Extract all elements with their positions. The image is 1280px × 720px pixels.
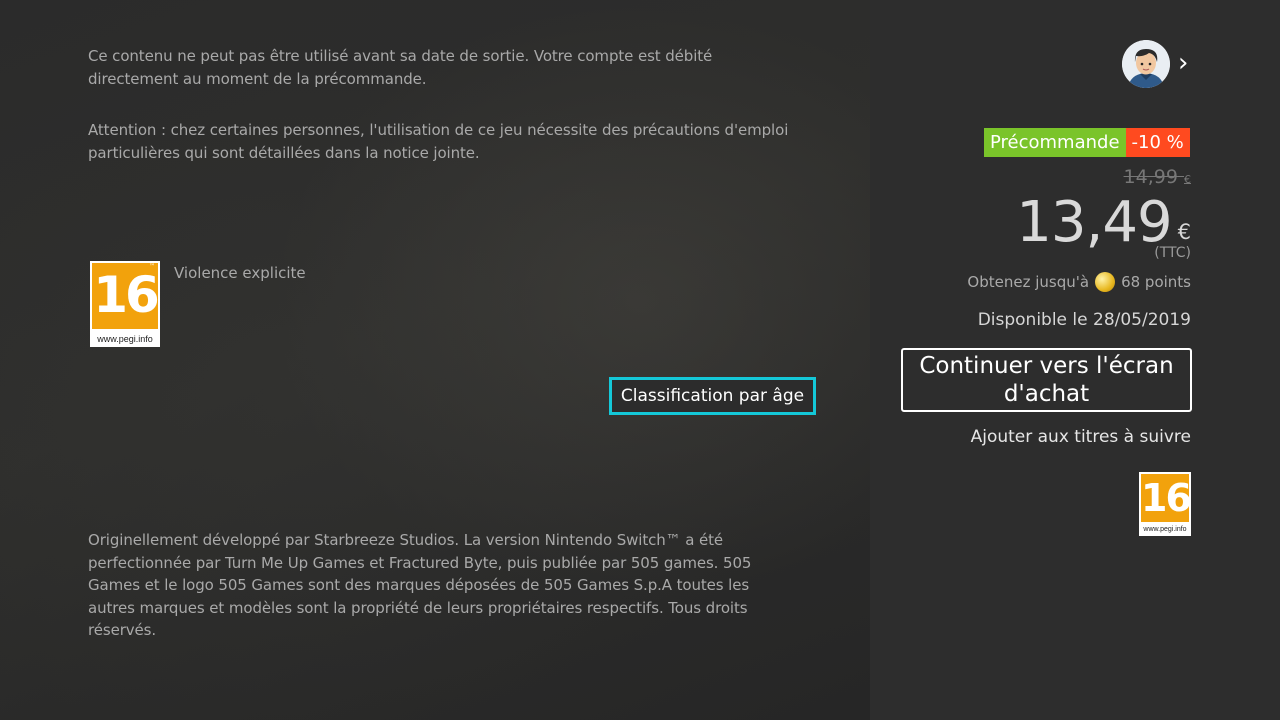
pegi-rating-badge-small: 16 www.pegi.info [1139,472,1192,536]
pegi-16-icon: 16 ™ [90,261,160,331]
preorder-badge: Précommande [984,128,1126,157]
current-price-currency: € [1177,220,1191,244]
preorder-notice: Ce contenu ne peut pas être utilisé avan… [88,47,713,88]
age-rating-button[interactable]: Classification par âge [609,377,816,415]
pegi-url-small: www.pegi.info [1139,524,1191,536]
points-prefix: Obtenez jusqu'à [967,273,1090,291]
age-rating-button-label: Classification par âge [620,386,805,406]
user-avatar-icon[interactable] [1122,40,1170,88]
availability-date: Disponible le 28/05/2019 [977,310,1191,330]
discount-badge: -10 % [1125,128,1190,157]
legal-text: Originellement développé par Starbreeze … [88,531,752,639]
current-price-value: 13,49 [1016,190,1172,255]
tax-note: (TTC) [1154,245,1191,261]
pegi-16-icon: 16 [1139,472,1192,524]
pegi-rating-badge: 16 ™ www.pegi.info [90,261,160,347]
product-info-panel: Ce contenu ne peut pas être utilisé avan… [0,0,870,720]
continue-to-purchase-button[interactable]: Continuer vers l'écran d'achat [901,348,1192,412]
pegi-number-small: 16 [1141,476,1192,520]
gold-points-info: Obtenez jusqu'à 68 points [967,272,1191,292]
gold-points-coin-icon [1095,272,1116,292]
original-price-value: 14,99 [1123,166,1178,188]
points-value: 68 points [1121,273,1191,291]
chevron-right-icon[interactable]: › [1178,50,1188,76]
pegi-trademark: ™ [149,263,155,270]
price-badges: Précommande -10 % [984,128,1190,157]
add-to-wishlist-button[interactable]: Ajouter aux titres à suivre [971,427,1191,447]
content-descriptor: Violence explicite [174,264,306,282]
original-price: 14,99 € [1124,166,1191,188]
health-warning: Attention : chez certaines personnes, l'… [88,121,789,162]
eshop-product-page: Ce contenu ne peut pas être utilisé avan… [0,0,1280,720]
pegi-url: www.pegi.info [90,331,160,347]
pegi-number: 16 [93,266,160,324]
original-price-currency: € [1184,173,1191,186]
